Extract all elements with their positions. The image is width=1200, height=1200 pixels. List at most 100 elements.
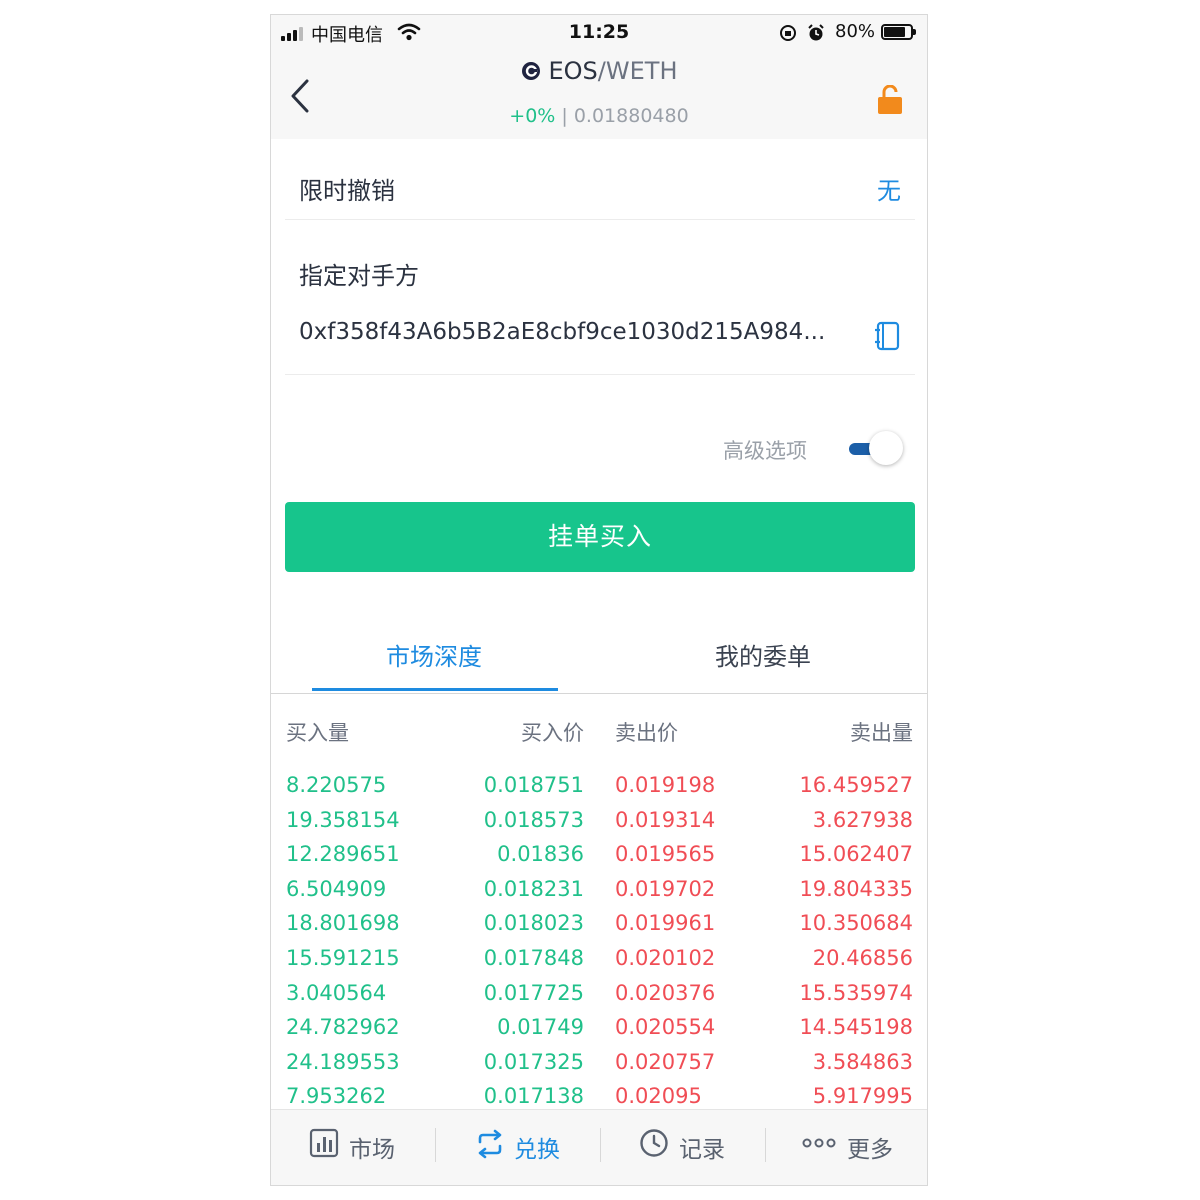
- bid-amount: 24.189553: [286, 1049, 400, 1074]
- table-row: 8.220575 0.018751 0.019198 16.459527: [271, 773, 927, 808]
- ask-amount: 16.459527: [799, 773, 913, 797]
- header-bid-price: 买入价: [521, 721, 584, 745]
- phone-frame: 中国电信 11:25 80% EOS/WETH +0% | 0.01880480…: [270, 14, 928, 1186]
- battery-level: [884, 27, 905, 37]
- bid-price: 0.018231: [483, 876, 584, 901]
- bar-chart-icon: [309, 1128, 339, 1158]
- bid-price: 0.017725: [483, 980, 584, 1005]
- ask-price: 0.019198: [615, 773, 716, 797]
- bid-price: 0.018573: [483, 807, 584, 832]
- tabbar-label: 更多: [847, 1137, 893, 1163]
- pair-quote: WETH: [605, 57, 678, 85]
- cancel-value[interactable]: 无: [877, 171, 901, 206]
- bid-amount: 12.289651: [286, 842, 400, 867]
- bid-price: 0.017848: [483, 945, 584, 970]
- counterparty-label: 指定对手方: [299, 262, 419, 290]
- counterparty-row: 指定对手方: [285, 220, 915, 375]
- bid-price: 0.01836: [497, 842, 584, 867]
- tabbar-label: 兑换: [514, 1137, 560, 1163]
- tabs: 市场深度 我的委单: [271, 615, 927, 694]
- tabbar-label: 记录: [679, 1137, 725, 1163]
- exchange-icon: [478, 1129, 502, 1159]
- cancel-label: 限时撤销: [299, 177, 395, 205]
- tabbar-label: 市场: [349, 1137, 395, 1163]
- battery-percent: 80%: [835, 21, 876, 42]
- header-bid-amount: 买入量: [286, 721, 349, 745]
- tabbar-item-more[interactable]: 更多: [801, 1126, 911, 1166]
- address-book-icon[interactable]: [873, 321, 901, 351]
- table-row: 18.801698 0.018023 0.019961 10.350684: [271, 911, 927, 946]
- ask-price: 0.019961: [615, 911, 716, 936]
- bid-amount: 8.220575: [286, 773, 387, 797]
- ask-price: 0.020554: [615, 1015, 716, 1040]
- ask-price: 0.020376: [615, 980, 716, 1005]
- table-row: 6.504909 0.018231 0.019702 19.804335: [271, 877, 927, 912]
- active-tab-underline: [312, 688, 558, 691]
- tabbar-item-exchange[interactable]: 兑换: [474, 1126, 574, 1166]
- eos-coin-icon: [521, 62, 540, 80]
- bid-price: 0.01749: [497, 1015, 584, 1040]
- place-buy-order-button[interactable]: 挂单买入: [285, 502, 915, 572]
- ask-amount: 3.627938: [812, 807, 913, 832]
- ask-price: 0.020757: [615, 1049, 716, 1074]
- ask-price: 0.02095: [615, 1084, 702, 1109]
- bid-amount: 15.591215: [286, 945, 400, 970]
- counterparty-address[interactable]: 0xf358f43A6b5B2aE8cbf9ce1030d215A984...: [299, 319, 825, 345]
- table-row: 24.189553 0.017325 0.020757 3.584863: [271, 1050, 927, 1085]
- ask-amount: 14.545198: [799, 1015, 913, 1040]
- ask-price: 0.019702: [615, 876, 716, 901]
- ask-amount: 15.535974: [799, 980, 913, 1005]
- table-row: 3.040564 0.017725 0.020376 15.535974: [271, 981, 927, 1016]
- tabbar-item-records[interactable]: 记录: [639, 1126, 739, 1166]
- bid-amount: 7.953262: [286, 1084, 387, 1109]
- nav-bar: EOS/WETH +0% | 0.01880480: [271, 51, 927, 139]
- ask-price: 0.019314: [615, 807, 716, 832]
- pair-ticker: +0% | 0.01880480: [271, 105, 927, 127]
- more-dots-icon: [802, 1138, 836, 1148]
- bid-price: 0.017325: [483, 1049, 584, 1074]
- ask-amount: 20.46856: [812, 945, 913, 970]
- ask-amount: 19.804335: [799, 876, 913, 901]
- ask-price: 0.019565: [615, 842, 716, 867]
- unlock-icon[interactable]: [877, 85, 903, 115]
- battery-icon: [881, 24, 916, 40]
- ask-amount: 10.350684: [799, 911, 913, 936]
- bottom-tab-bar: 市场 兑换 记录 更多: [271, 1109, 927, 1185]
- bid-amount: 3.040564: [286, 980, 387, 1005]
- tabbar-item-market[interactable]: 市场: [309, 1126, 409, 1166]
- bid-price: 0.017138: [483, 1084, 584, 1109]
- table-row: 15.591215 0.017848 0.020102 20.46856: [271, 946, 927, 981]
- tabbar-divider: [765, 1128, 766, 1162]
- table-row: 12.289651 0.01836 0.019565 15.062407: [271, 842, 927, 877]
- status-bar: 中国电信 11:25 80%: [271, 15, 927, 51]
- table-row: 7.953262 0.017138 0.02095 5.917995: [271, 1084, 927, 1109]
- bid-amount: 19.358154: [286, 807, 400, 832]
- tabbar-divider: [435, 1128, 436, 1162]
- rotation-lock-icon: [780, 25, 796, 41]
- depth-table-body[interactable]: 8.220575 0.018751 0.019198 16.459527 19.358…: [271, 773, 927, 1109]
- ask-amount: 3.584863: [812, 1049, 913, 1074]
- pair-base: EOS: [548, 57, 598, 85]
- pair-separator: /: [597, 57, 606, 85]
- tab-market-depth[interactable]: 市场深度: [386, 637, 482, 672]
- bid-amount: 24.782962: [286, 1015, 400, 1040]
- ticker-divider: |: [555, 105, 574, 127]
- tab-my-orders[interactable]: 我的委单: [715, 637, 811, 672]
- alarm-icon: [808, 24, 824, 41]
- advanced-options-label: 高级选项: [723, 439, 807, 463]
- cancel-row[interactable]: 限时撤销 无: [285, 139, 915, 220]
- toggle-knob: [869, 431, 903, 465]
- advanced-options-toggle[interactable]: [845, 431, 907, 465]
- header-ask-price: 卖出价: [615, 721, 678, 745]
- table-row: 24.782962 0.01749 0.020554 14.545198: [271, 1015, 927, 1050]
- pair-title: EOS/WETH: [271, 57, 927, 85]
- bid-price: 0.018751: [483, 773, 584, 797]
- tabbar-divider: [600, 1128, 601, 1162]
- price-change: +0%: [509, 105, 556, 127]
- ask-price: 0.020102: [615, 945, 716, 970]
- header-ask-amount: 卖出量: [850, 721, 913, 745]
- clock: 11:25: [568, 21, 630, 43]
- bid-price: 0.018023: [483, 911, 584, 936]
- clock-icon: [640, 1129, 668, 1157]
- ask-amount: 5.917995: [812, 1084, 913, 1109]
